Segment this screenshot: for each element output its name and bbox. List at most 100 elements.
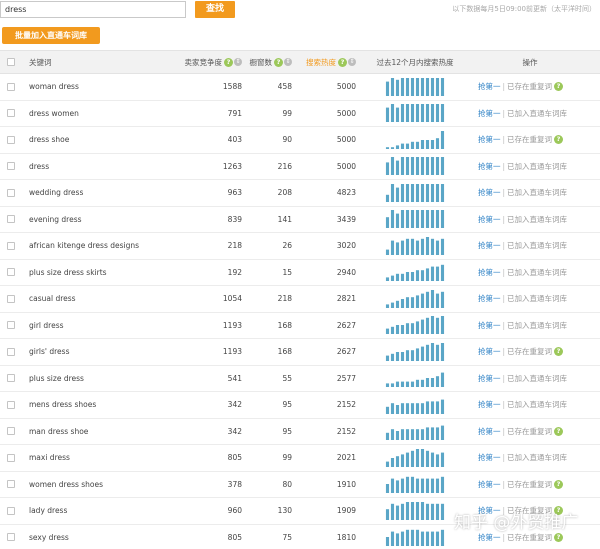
ops-cell: 抢第一 | 已加入直通车词库 <box>478 313 582 339</box>
row-checkbox[interactable] <box>7 109 15 118</box>
col-window[interactable]: 橱窗数? ⇕ <box>244 51 292 73</box>
rank-first-link[interactable]: 抢第一 <box>478 267 501 278</box>
hot-value: 5000 <box>336 161 356 171</box>
keyword-cell: dress shoe <box>29 127 179 153</box>
help-icon[interactable]: ? <box>338 57 347 67</box>
trend-bar <box>420 501 425 520</box>
help-icon[interactable]: ? <box>224 57 233 67</box>
trend-bar <box>420 429 425 441</box>
competition-cell: 960 <box>180 498 242 524</box>
sort-icon[interactable]: ⇕ <box>284 58 292 66</box>
row-checkbox[interactable] <box>7 162 15 171</box>
help-icon[interactable]: ? <box>554 135 564 145</box>
rank-first-link[interactable]: 抢第一 <box>478 214 501 225</box>
row-checkbox[interactable] <box>7 215 15 224</box>
trend-bar <box>390 531 395 547</box>
rank-first-link[interactable]: 抢第一 <box>478 81 501 92</box>
rank-first-link[interactable]: 抢第一 <box>478 532 501 543</box>
trend-bar <box>435 503 440 520</box>
table-row: maxi dress 805 99 2021 抢第一 | 已加入直通车词库 <box>0 445 600 472</box>
row-checkbox[interactable] <box>7 374 15 383</box>
window-value: 168 <box>277 320 292 330</box>
window-value: 26 <box>282 241 292 251</box>
competition-cell: 805 <box>180 525 242 549</box>
trend-bar <box>415 270 420 282</box>
help-icon[interactable]: ? <box>274 57 283 67</box>
row-check-cell <box>4 366 18 392</box>
row-checkbox[interactable] <box>7 506 15 515</box>
help-icon[interactable]: ? <box>554 82 564 92</box>
rank-first-link[interactable]: 抢第一 <box>478 479 501 490</box>
row-checkbox[interactable] <box>7 427 15 436</box>
col-hot[interactable]: 搜索热度? ⇕ <box>296 51 356 73</box>
row-checkbox[interactable] <box>7 188 15 197</box>
competition-value: 1588 <box>222 82 242 92</box>
row-checkbox[interactable] <box>7 135 15 144</box>
help-icon[interactable]: ? <box>554 479 564 489</box>
trend-bar <box>385 537 390 547</box>
row-check-cell <box>4 74 18 100</box>
row-checkbox[interactable] <box>7 400 15 409</box>
trend-bar <box>385 304 390 308</box>
hot-cell: 5000 <box>296 127 356 153</box>
rank-first-link[interactable]: 抢第一 <box>478 452 501 463</box>
row-checkbox[interactable] <box>7 82 15 91</box>
rank-first-link[interactable]: 抢第一 <box>478 373 501 384</box>
row-checkbox[interactable] <box>7 453 15 462</box>
ops-group: 抢第一 | 已存在重复词? <box>478 81 564 92</box>
trend-bar <box>385 277 390 282</box>
rank-first-link[interactable]: 抢第一 <box>478 426 501 437</box>
row-checkbox[interactable] <box>7 321 15 330</box>
row-check-cell <box>4 419 18 445</box>
trend-bar <box>415 348 420 361</box>
trend-cell <box>376 180 454 206</box>
rank-first-link[interactable]: 抢第一 <box>478 320 501 331</box>
trend-sparkline <box>385 425 445 441</box>
keyword-text: women dress shoes <box>29 479 104 489</box>
search-button[interactable]: 查找 <box>195 1 235 18</box>
help-icon[interactable]: ? <box>554 532 564 542</box>
row-checkbox[interactable] <box>7 347 15 356</box>
trend-bar <box>440 130 445 149</box>
hot-cell: 1910 <box>296 472 356 498</box>
trend-bar <box>435 240 440 255</box>
row-checkbox[interactable] <box>7 480 15 489</box>
sort-icon[interactable]: ⇕ <box>348 58 356 66</box>
rank-first-link[interactable]: 抢第一 <box>478 187 501 198</box>
keyword-text: girl dress <box>29 320 64 330</box>
hot-cell: 3439 <box>296 207 356 233</box>
sort-icon[interactable]: ⇕ <box>234 58 242 66</box>
rank-first-link[interactable]: 抢第一 <box>478 161 501 172</box>
row-checkbox[interactable] <box>7 533 15 542</box>
row-checkbox[interactable] <box>7 268 15 277</box>
ops-separator: | <box>502 241 506 251</box>
rank-first-link[interactable]: 抢第一 <box>478 346 501 357</box>
rank-first-link[interactable]: 抢第一 <box>478 108 501 119</box>
trend-bar <box>420 293 425 308</box>
search-input[interactable]: dress <box>0 1 186 18</box>
trend-bar <box>410 450 415 467</box>
help-icon[interactable]: ? <box>554 426 564 436</box>
trend-cell <box>376 419 454 445</box>
rank-first-link[interactable]: 抢第一 <box>478 399 501 410</box>
trend-bar <box>430 104 435 123</box>
ops-cell: 抢第一 | 已存在重复词? <box>478 74 582 100</box>
select-all-checkbox[interactable] <box>7 58 15 66</box>
trend-bar <box>435 454 440 467</box>
rank-first-link[interactable]: 抢第一 <box>478 240 501 251</box>
trend-sparkline <box>385 104 445 123</box>
trend-bar <box>390 327 395 335</box>
batch-add-button[interactable]: 批量加入直通车词库 <box>2 27 100 44</box>
row-checkbox[interactable] <box>7 294 15 303</box>
rank-first-link[interactable]: 抢第一 <box>478 134 501 145</box>
lexicon-state: 已加入直通车词库 <box>507 214 568 224</box>
trend-bar <box>420 346 425 361</box>
col-competition[interactable]: 卖家竞争度? ⇕ <box>180 51 242 73</box>
trend-cell <box>376 127 454 153</box>
trend-bar <box>395 79 400 96</box>
row-checkbox[interactable] <box>7 241 15 250</box>
rank-first-link[interactable]: 抢第一 <box>478 293 501 304</box>
help-icon[interactable]: ? <box>554 347 564 357</box>
ops-group: 抢第一 | 已加入直通车词库 <box>478 293 567 304</box>
lexicon-state: 已加入直通车词库 <box>507 188 568 198</box>
